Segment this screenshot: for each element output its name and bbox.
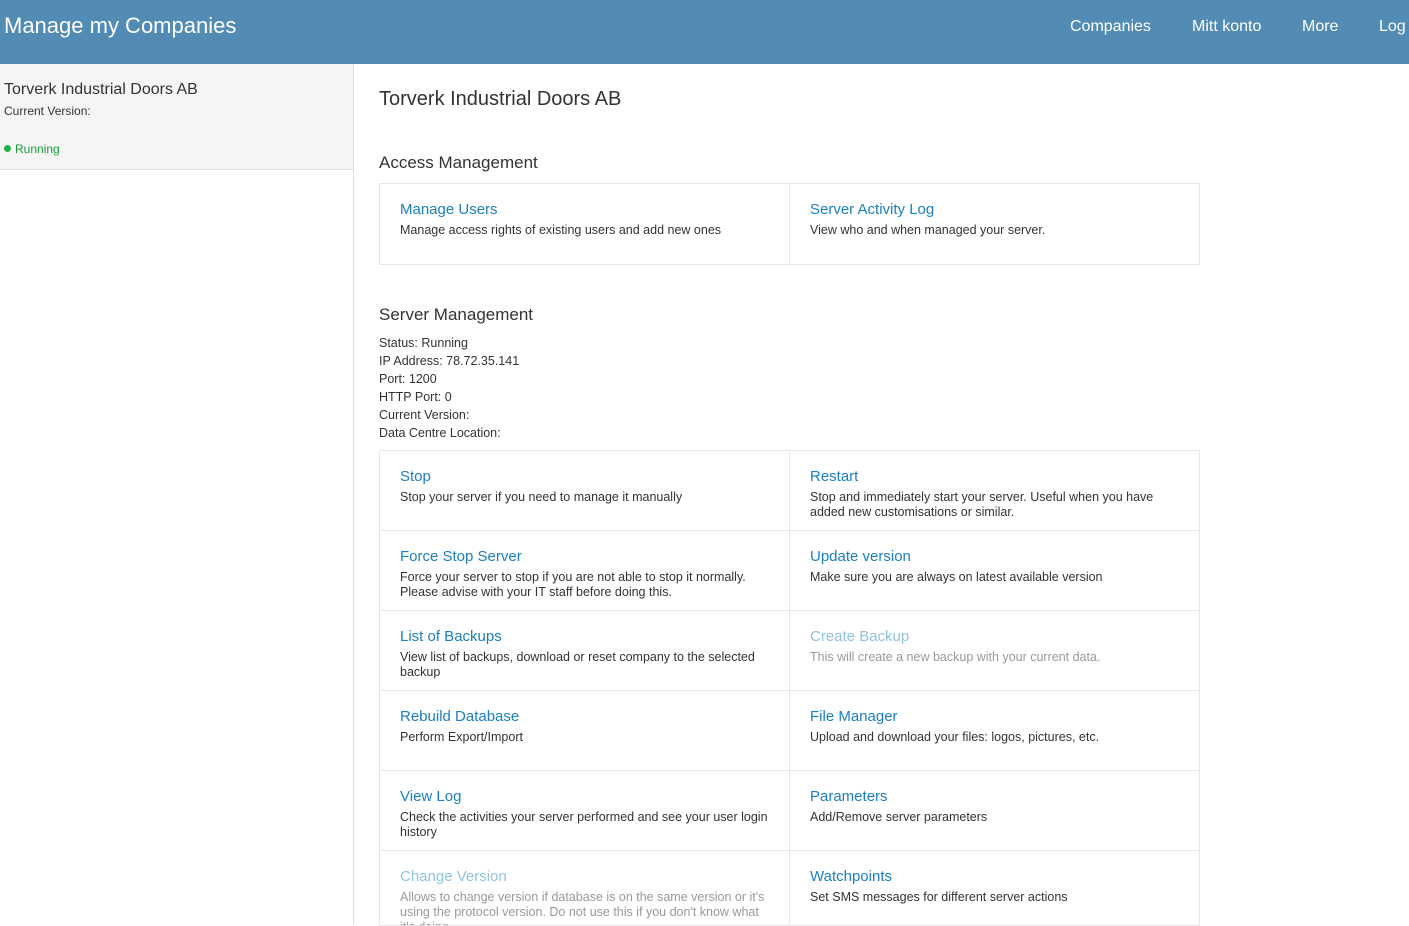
update-version-link[interactable]: Update version (810, 548, 911, 565)
rebuild-database-desc: Perform Export/Import (400, 730, 523, 744)
sidebar-status-text: Running (15, 142, 60, 156)
manage-users-card: Manage Users Manage access rights of exi… (380, 184, 790, 264)
stop-card: Stop Stop your server if you need to man… (380, 451, 790, 531)
watchpoints-card: Watchpoints Set SMS messages for differe… (790, 851, 1200, 925)
server-http-port: HTTP Port: 0 (379, 390, 452, 404)
status-dot-icon (4, 145, 11, 152)
server-data-centre-location: Data Centre Location: (379, 426, 501, 440)
restart-link[interactable]: Restart (810, 468, 858, 485)
rebuild-database-card: Rebuild Database Perform Export/Import (380, 691, 790, 771)
server-ip-address: IP Address: 78.72.35.141 (379, 354, 520, 368)
access-management-grid: Manage Users Manage access rights of exi… (379, 183, 1200, 265)
update-version-desc: Make sure you are always on latest avail… (810, 570, 1103, 584)
server-info: Status: Running IP Address: 78.72.35.141… (379, 334, 519, 442)
sidebar-company-name: Torverk Industrial Doors AB (4, 81, 198, 98)
parameters-card: Parameters Add/Remove server parameters (790, 771, 1200, 851)
nav-mitt-konto[interactable]: Mitt konto (1192, 18, 1261, 36)
watchpoints-link[interactable]: Watchpoints (810, 868, 892, 885)
parameters-desc: Add/Remove server parameters (810, 810, 988, 824)
restart-card: Restart Stop and immediately start your … (790, 451, 1200, 531)
parameters-link[interactable]: Parameters (810, 788, 888, 805)
change-version-desc: Allows to change version if database is … (400, 890, 765, 925)
server-status: Status: Running (379, 336, 468, 350)
server-current-version: Current Version: (379, 408, 470, 422)
server-activity-log-card: Server Activity Log View who and when ma… (790, 184, 1200, 264)
stop-link[interactable]: Stop (400, 468, 431, 485)
force-stop-server-card: Force Stop Server Force your server to s… (380, 531, 790, 611)
file-manager-card: File Manager Upload and download your fi… (790, 691, 1200, 771)
server-activity-log-link[interactable]: Server Activity Log (810, 201, 934, 218)
update-version-card: Update version Make sure you are always … (790, 531, 1200, 611)
stop-desc: Stop your server if you need to manage i… (400, 490, 683, 504)
server-activity-log-desc: View who and when managed your server. (810, 223, 1046, 237)
manage-users-desc: Manage access rights of existing users a… (400, 223, 722, 237)
nav-log[interactable]: Log (1379, 18, 1406, 36)
file-manager-desc: Upload and download your files: logos, p… (810, 730, 1100, 744)
force-stop-server-link[interactable]: Force Stop Server (400, 548, 522, 565)
rebuild-database-link[interactable]: Rebuild Database (400, 708, 519, 725)
view-log-desc: Check the activities your server perform… (400, 810, 768, 839)
list-of-backups-card: List of Backups View list of backups, do… (380, 611, 790, 691)
sidebar: Torverk Industrial Doors AB Current Vers… (0, 64, 354, 925)
page-title: Torverk Industrial Doors AB (379, 88, 622, 110)
access-management-heading: Access Management (379, 153, 538, 172)
server-management-grid: Stop Stop your server if you need to man… (379, 450, 1200, 926)
restart-desc: Stop and immediately start your server. … (810, 490, 1154, 519)
server-port: Port: 1200 (379, 372, 437, 386)
view-log-link[interactable]: View Log (400, 788, 461, 805)
view-log-card: View Log Check the activities your serve… (380, 771, 790, 851)
manage-users-link[interactable]: Manage Users (400, 201, 498, 218)
top-navbar: Manage my Companies Companies Mitt konto… (0, 0, 1409, 64)
list-of-backups-desc: View list of backups, download or reset … (400, 650, 755, 679)
file-manager-link[interactable]: File Manager (810, 708, 898, 725)
top-nav: Companies Mitt konto More Log (0, 18, 1409, 42)
nav-more[interactable]: More (1302, 18, 1338, 36)
create-backup-link: Create Backup (810, 628, 910, 645)
create-backup-desc: This will create a new backup with your … (810, 650, 1101, 664)
server-management-heading: Server Management (379, 305, 534, 324)
nav-companies[interactable]: Companies (1070, 18, 1151, 36)
watchpoints-desc: Set SMS messages for different server ac… (810, 890, 1068, 904)
change-version-link: Change Version (400, 868, 507, 885)
sidebar-current-version: Current Version: (4, 104, 91, 118)
create-backup-card: Create Backup This will create a new bac… (790, 611, 1200, 691)
list-of-backups-link[interactable]: List of Backups (400, 628, 502, 645)
main-content: Torverk Industrial Doors AB Access Manag… (379, 64, 1409, 926)
sidebar-status: Running (4, 142, 60, 156)
force-stop-server-desc: Force your server to stop if you are not… (400, 570, 746, 599)
sidebar-company-card[interactable]: Torverk Industrial Doors AB Current Vers… (0, 64, 353, 170)
change-version-card: Change Version Allows to change version … (380, 851, 790, 925)
